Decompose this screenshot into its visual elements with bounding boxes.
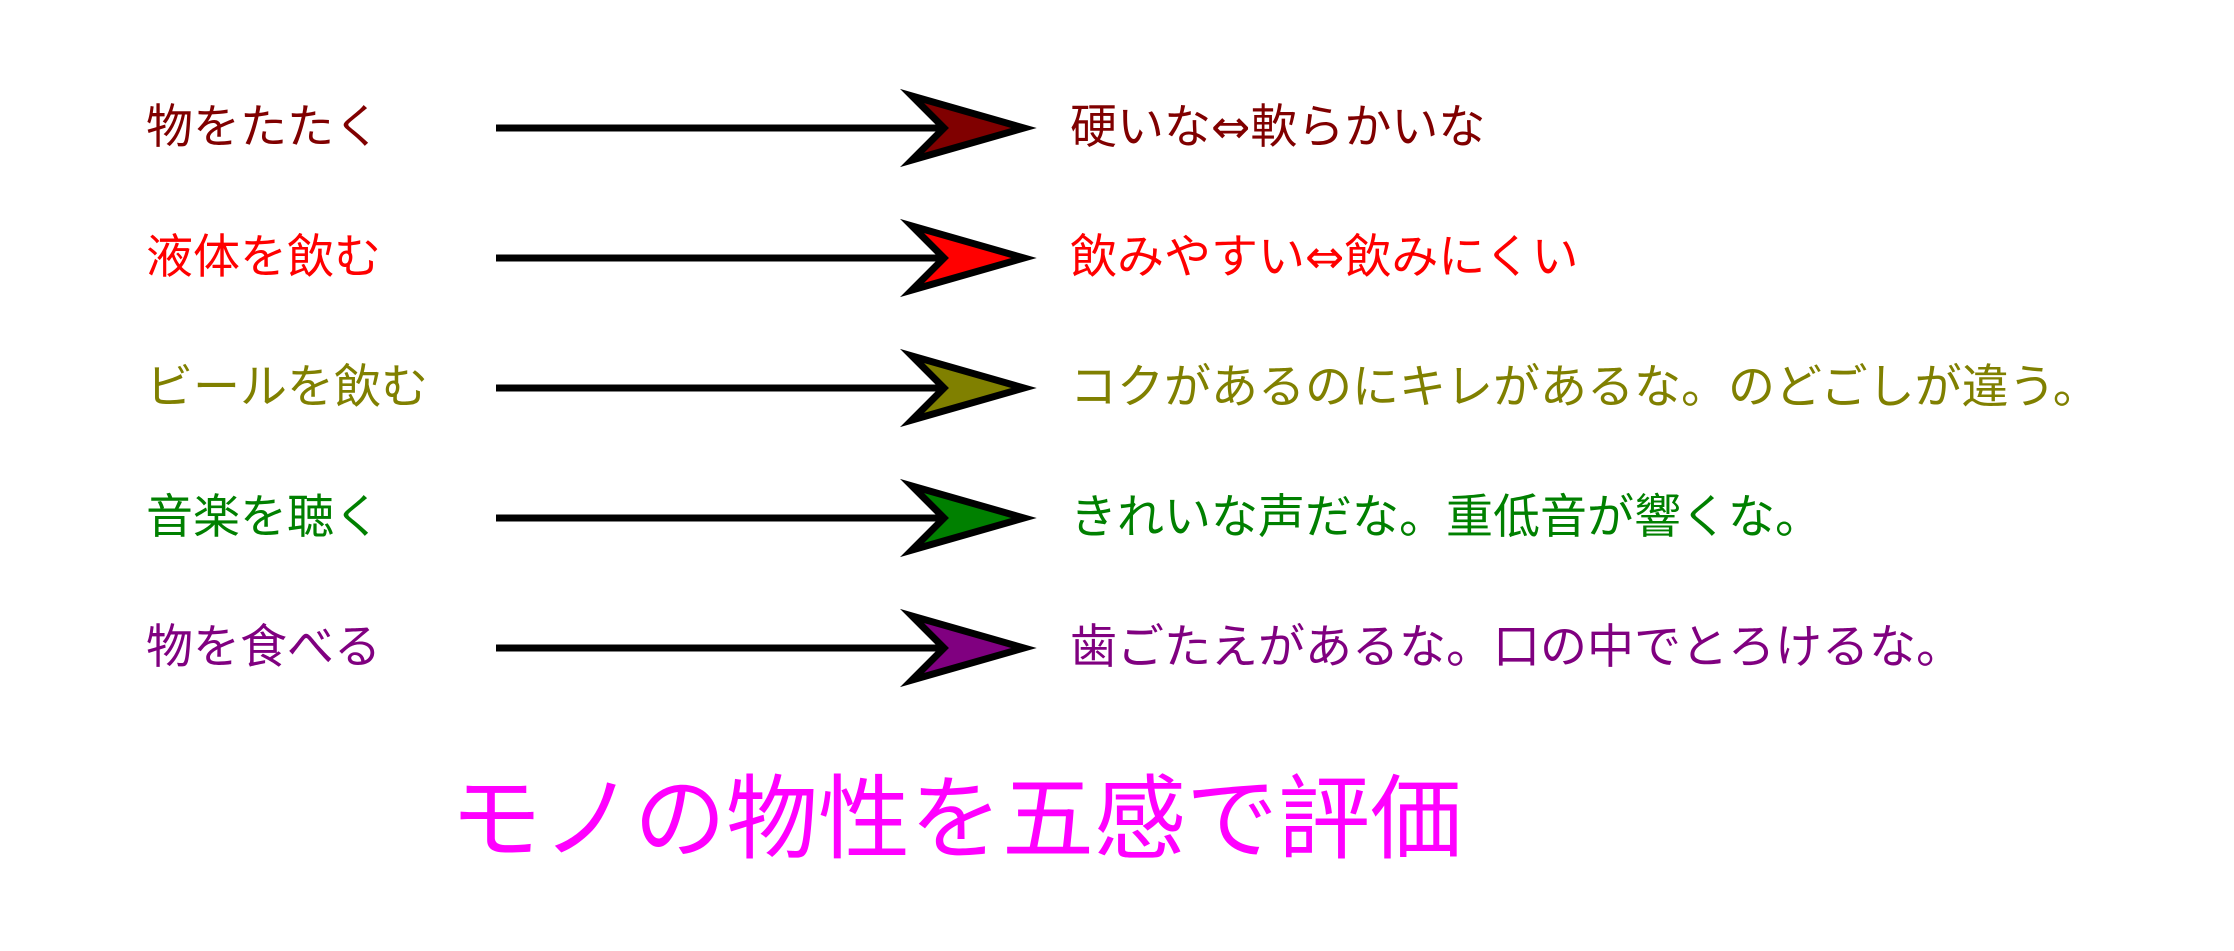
- action-label: 液体を飲む: [146, 230, 381, 285]
- action-label: 物をたたく: [146, 100, 381, 155]
- result-label: きれいな声だな。重低音が響くな。: [1070, 490, 1822, 545]
- right-arrow-icon: [496, 608, 1037, 688]
- action-label: 物を食べる: [146, 620, 381, 675]
- sense-row-drink-beer: ビールを飲む コクがあるのにキレがあるな。のどごしが違う。: [0, 348, 2234, 428]
- right-arrow-icon: [496, 478, 1037, 558]
- result-label: 飲みやすい⇔飲みにくい: [1070, 230, 1579, 285]
- diagram-title: モノの物性を五感で評価: [450, 766, 1463, 873]
- action-label: 音楽を聴く: [146, 490, 381, 545]
- result-label: 硬いな⇔軟らかいな: [1070, 100, 1486, 155]
- result-label: コクがあるのにキレがあるな。のどごしが違う。: [1070, 360, 2100, 415]
- sense-row-eat: 物を食べる 歯ごたえがあるな。口の中でとろけるな。: [0, 608, 2234, 688]
- sense-row-listen-music: 音楽を聴く きれいな声だな。重低音が響くな。: [0, 478, 2234, 558]
- sense-row-strike: 物をたたく 硬いな⇔軟らかいな: [0, 88, 2234, 168]
- result-label: 歯ごたえがあるな。口の中でとろけるな。: [1070, 620, 1963, 675]
- right-arrow-icon: [496, 348, 1037, 428]
- action-label: ビールを飲む: [146, 360, 428, 415]
- right-arrow-icon: [496, 218, 1037, 298]
- sense-row-drink-liquid: 液体を飲む 飲みやすい⇔飲みにくい: [0, 218, 2234, 298]
- right-arrow-icon: [496, 88, 1037, 168]
- senses-diagram: 物をたたく 硬いな⇔軟らかいな 液体を飲む 飲みやすい⇔飲みにくい ビールを飲む…: [0, 0, 2234, 951]
